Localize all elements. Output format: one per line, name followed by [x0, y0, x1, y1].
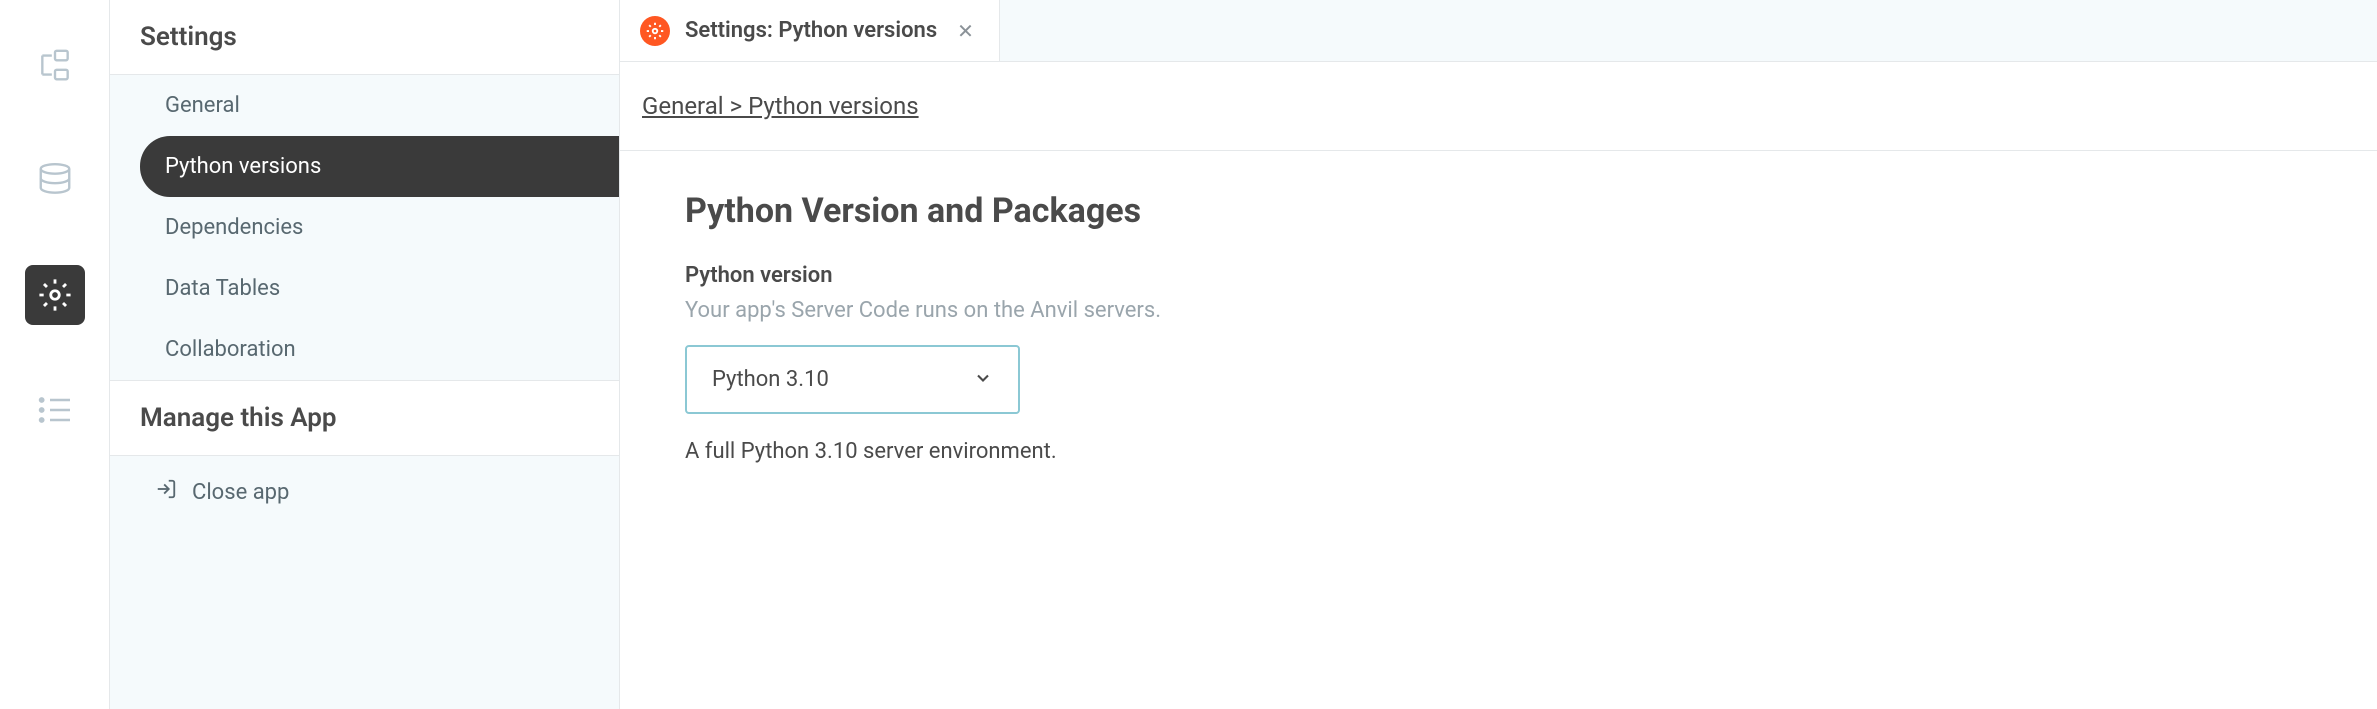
chevron-down-icon	[973, 368, 993, 392]
nav-item-python-versions[interactable]: Python versions	[140, 136, 619, 197]
settings-nav-section: General Python versions Dependencies Dat…	[110, 75, 619, 381]
nav-item-data-tables[interactable]: Data Tables	[110, 258, 619, 319]
python-version-select[interactable]: Python 3.10	[685, 345, 1020, 414]
nav-item-general[interactable]: General	[110, 75, 619, 136]
content-area: Settings: Python versions ✕ General > Py…	[620, 0, 2377, 709]
tab-gear-icon	[640, 16, 670, 46]
breadcrumb[interactable]: General > Python versions	[642, 92, 919, 120]
tree-icon[interactable]	[25, 35, 85, 95]
settings-panel: Settings General Python versions Depende…	[110, 0, 620, 709]
close-app-action[interactable]: Close app	[110, 456, 619, 524]
tab-bar: Settings: Python versions ✕	[620, 0, 2377, 62]
tab-title: Settings: Python versions	[685, 18, 937, 43]
page-heading: Python Version and Packages	[685, 191, 2312, 231]
breadcrumb-bar: General > Python versions	[620, 62, 2377, 151]
close-icon[interactable]: ✕	[952, 19, 979, 43]
main-content: Python Version and Packages Python versi…	[620, 151, 2377, 504]
gear-icon[interactable]	[25, 265, 85, 325]
list-icon[interactable]	[25, 380, 85, 440]
nav-item-dependencies[interactable]: Dependencies	[110, 197, 619, 258]
tab-python-versions[interactable]: Settings: Python versions ✕	[620, 0, 1000, 61]
icon-rail	[0, 0, 110, 709]
nav-item-collaboration[interactable]: Collaboration	[110, 319, 619, 380]
python-version-description: Your app's Server Code runs on the Anvil…	[685, 298, 2312, 323]
exit-icon	[155, 478, 177, 506]
manage-app-header: Manage this App	[110, 381, 619, 456]
select-value: Python 3.10	[712, 367, 829, 392]
database-icon[interactable]	[25, 150, 85, 210]
python-version-label: Python version	[685, 263, 2312, 288]
python-version-note: A full Python 3.10 server environment.	[685, 439, 2312, 464]
settings-header: Settings	[110, 0, 619, 75]
close-app-label: Close app	[192, 480, 289, 505]
